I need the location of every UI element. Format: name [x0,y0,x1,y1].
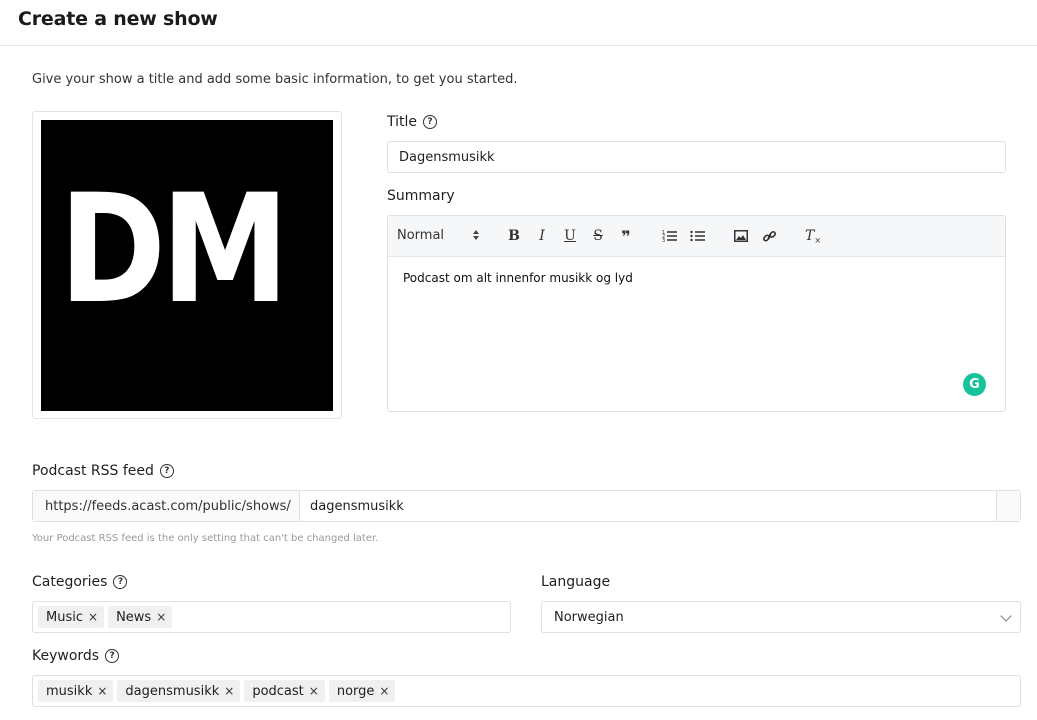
tag-label: norge [336,683,375,699]
format-select[interactable]: Normal [397,228,444,243]
underline-button[interactable]: U [561,227,579,245]
tag-label: dagensmusikk [125,683,220,699]
artwork-image: DM [41,120,333,411]
page-header: Create a new show [0,0,1037,46]
keywords-label-text: Keywords [32,648,100,664]
language-label-text: Language [541,574,611,590]
clear-format-button[interactable]: T × [804,227,822,245]
tag-label: podcast [252,683,304,699]
rss-feed-field: https://feeds.acast.com/public/shows/ da… [32,490,1021,522]
language-select[interactable]: Norwegian [541,601,1021,633]
summary-content[interactable]: Podcast om alt innenfor musikk og lyd [403,271,633,285]
title-label: Title ? [387,114,438,130]
bold-button[interactable]: B [505,227,523,245]
summary-label-text: Summary [387,188,455,204]
tag-label: Music [46,609,83,625]
keywords-input[interactable]: musikk × dagensmusikk × podcast × norge … [32,675,1021,707]
keyword-tag: musikk × [38,680,114,702]
remove-tag-icon[interactable]: × [156,610,166,624]
rss-prefix: https://feeds.acast.com/public/shows/ [33,491,300,521]
remove-tag-icon[interactable]: × [97,684,107,698]
italic-button[interactable]: I [533,227,551,245]
link-button[interactable] [760,227,778,245]
page-title: Create a new show [18,8,218,30]
title-label-text: Title [387,114,418,130]
ordered-list-icon: 123 [662,230,677,243]
remove-tag-icon[interactable]: × [88,610,98,624]
ordered-list-button[interactable]: 123 [661,227,679,245]
clear-format-icon: T [804,228,815,244]
rss-hint: Your Podcast RSS feed is the only settin… [32,533,379,544]
link-icon [762,230,776,242]
editor-toolbar: Normal B I U S ❞ 123 T × [388,216,1005,257]
help-icon[interactable]: ? [159,464,174,478]
bullet-list-button[interactable] [689,227,707,245]
keywords-label: Keywords ? [32,648,120,664]
tag-label: musikk [46,683,93,699]
artwork-upload[interactable]: DM [32,111,342,419]
title-input[interactable]: Dagensmusikk [387,141,1006,173]
intro-text: Give your show a title and add some basi… [32,72,518,87]
summary-label: Summary [387,188,455,204]
format-select-arrows-icon [472,229,480,243]
language-label: Language [541,574,610,590]
blockquote-button[interactable]: ❞ [617,227,635,246]
category-tag: News × [108,606,173,628]
bullet-list-icon [690,230,705,242]
title-input-value: Dagensmusikk [399,149,495,165]
keyword-tag: norge × [328,680,396,702]
tag-label: News [116,609,152,625]
help-icon[interactable]: ? [423,115,438,129]
help-icon[interactable]: ? [105,649,120,663]
artwork-logo-text: DM [59,163,289,337]
remove-tag-icon[interactable]: × [224,684,234,698]
keyword-tag: podcast × [244,680,325,702]
remove-tag-icon[interactable]: × [379,684,389,698]
grammarly-icon[interactable]: G [963,373,986,396]
strike-button[interactable]: S [589,227,607,245]
chevron-down-icon [1000,610,1012,622]
categories-input[interactable]: Music × News × [32,601,511,633]
image-button[interactable] [732,227,750,245]
svg-text:3: 3 [662,238,665,243]
rss-label-text: Podcast RSS feed [32,463,154,479]
summary-editor[interactable]: Normal B I U S ❞ 123 T × Podcast om alt i… [387,215,1006,412]
rss-label: Podcast RSS feed ? [32,463,174,479]
rss-suffix [996,491,1020,521]
language-value: Norwegian [554,609,624,625]
help-icon[interactable]: ? [113,575,128,589]
categories-label: Categories ? [32,574,128,590]
keyword-tag: dagensmusikk × [117,680,241,702]
categories-label-text: Categories [32,574,108,590]
remove-tag-icon[interactable]: × [309,684,319,698]
category-tag: Music × [38,606,105,628]
image-icon [734,230,748,242]
rss-slug-input[interactable]: dagensmusikk [300,491,996,521]
